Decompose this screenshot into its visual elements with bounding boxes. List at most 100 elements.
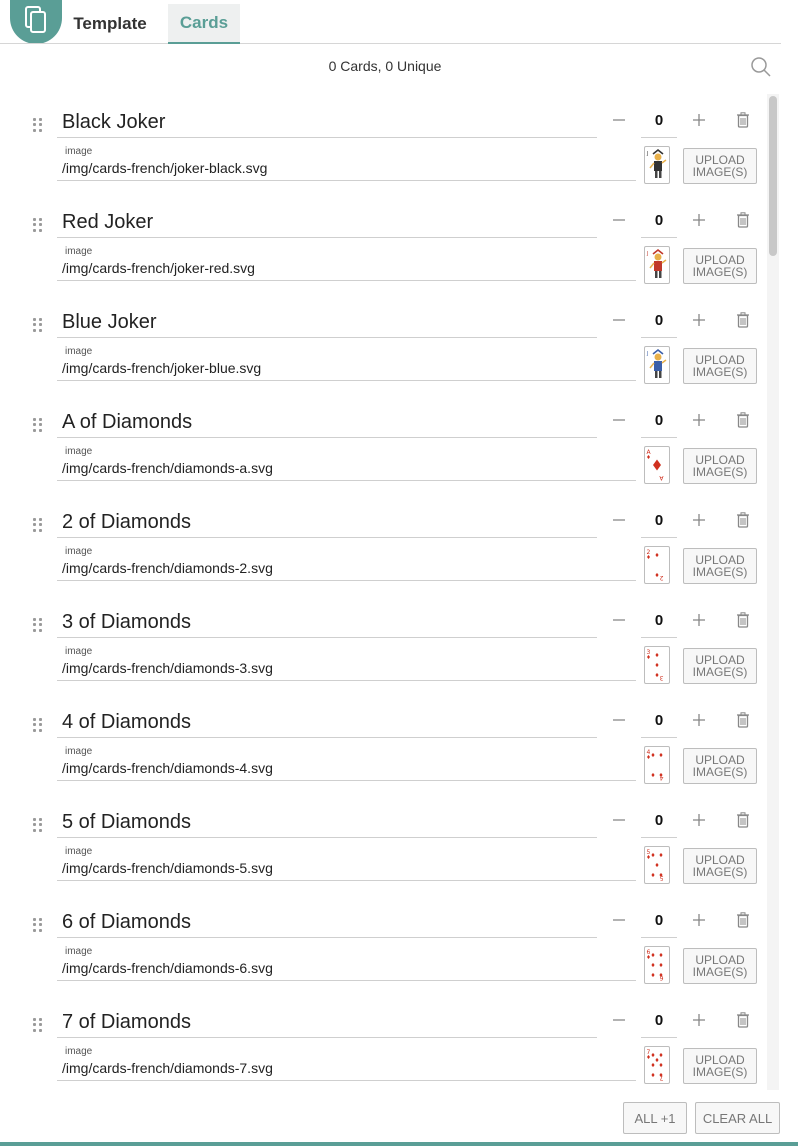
upload-image-button[interactable]: UPLOAD IMAGE(S) bbox=[683, 248, 757, 284]
image-path-field[interactable]: image /img/cards-french/diamonds-7.svg bbox=[57, 1044, 636, 1081]
increment-button[interactable] bbox=[687, 208, 711, 232]
increment-button[interactable] bbox=[687, 808, 711, 832]
image-path-field[interactable]: image /img/cards-french/joker-black.svg bbox=[57, 144, 636, 181]
drag-handle-icon[interactable] bbox=[33, 418, 43, 432]
upload-image-button[interactable]: UPLOAD IMAGE(S) bbox=[683, 148, 757, 184]
image-path-field[interactable]: image /img/cards-french/joker-blue.svg bbox=[57, 344, 636, 381]
card-count-field[interactable]: 0 bbox=[641, 308, 677, 338]
drag-handle-icon[interactable] bbox=[33, 1018, 43, 1032]
decrement-button[interactable] bbox=[607, 208, 631, 232]
clear-all-button[interactable]: CLEAR ALL bbox=[695, 1102, 780, 1134]
increment-button[interactable] bbox=[687, 608, 711, 632]
image-path-value[interactable]: /img/cards-french/joker-red.svg bbox=[62, 260, 255, 276]
drag-handle-icon[interactable] bbox=[33, 918, 43, 932]
delete-button[interactable] bbox=[731, 608, 755, 632]
card-count-field[interactable]: 0 bbox=[641, 708, 677, 738]
decrement-button[interactable] bbox=[607, 908, 631, 932]
delete-button[interactable] bbox=[731, 808, 755, 832]
image-path-field[interactable]: image /img/cards-french/diamonds-6.svg bbox=[57, 944, 636, 981]
delete-button[interactable] bbox=[731, 908, 755, 932]
decrement-button[interactable] bbox=[607, 308, 631, 332]
image-path-field[interactable]: image /img/cards-french/diamonds-2.svg bbox=[57, 544, 636, 581]
decrement-button[interactable] bbox=[607, 408, 631, 432]
increment-button[interactable] bbox=[687, 908, 711, 932]
increment-button[interactable] bbox=[687, 408, 711, 432]
image-path-value[interactable]: /img/cards-french/diamonds-7.svg bbox=[62, 1060, 273, 1076]
increment-button[interactable] bbox=[687, 308, 711, 332]
delete-button[interactable] bbox=[731, 308, 755, 332]
image-path-value[interactable]: /img/cards-french/joker-blue.svg bbox=[62, 360, 261, 376]
card-name-field[interactable]: Black Joker bbox=[57, 108, 597, 138]
upload-image-button[interactable]: UPLOAD IMAGE(S) bbox=[683, 848, 757, 884]
upload-image-button[interactable]: UPLOAD IMAGE(S) bbox=[683, 1048, 757, 1084]
card-name-field[interactable]: 2 of Diamonds bbox=[57, 508, 597, 538]
scrollbar-thumb[interactable] bbox=[769, 96, 777, 256]
image-path-field[interactable]: image /img/cards-french/diamonds-a.svg bbox=[57, 444, 636, 481]
all-plus-one-button[interactable]: ALL +1 bbox=[623, 1102, 687, 1134]
card-name-field[interactable]: Blue Joker bbox=[57, 308, 597, 338]
increment-button[interactable] bbox=[687, 1008, 711, 1032]
upload-image-button[interactable]: UPLOAD IMAGE(S) bbox=[683, 348, 757, 384]
image-path-value[interactable]: /img/cards-french/diamonds-4.svg bbox=[62, 760, 273, 776]
card-name-field[interactable]: 3 of Diamonds bbox=[57, 608, 597, 638]
image-path-value[interactable]: /img/cards-french/diamonds-a.svg bbox=[62, 460, 273, 476]
image-path-value[interactable]: /img/cards-french/diamonds-2.svg bbox=[62, 560, 273, 576]
tab-template[interactable]: Template bbox=[66, 4, 154, 44]
card-name-field[interactable]: 7 of Diamonds bbox=[57, 1008, 597, 1038]
drag-handle-icon[interactable] bbox=[33, 518, 43, 532]
image-path-field[interactable]: image /img/cards-french/joker-red.svg bbox=[57, 244, 636, 281]
image-path-value[interactable]: /img/cards-french/joker-black.svg bbox=[62, 160, 267, 176]
card-count-field[interactable]: 0 bbox=[641, 608, 677, 638]
image-path-field[interactable]: image /img/cards-french/diamonds-4.svg bbox=[57, 744, 636, 781]
image-path-value[interactable]: /img/cards-french/diamonds-5.svg bbox=[62, 860, 273, 876]
delete-button[interactable] bbox=[731, 508, 755, 532]
image-path-field[interactable]: image /img/cards-french/diamonds-3.svg bbox=[57, 644, 636, 681]
decrement-button[interactable] bbox=[607, 508, 631, 532]
upload-image-button[interactable]: UPLOAD IMAGE(S) bbox=[683, 648, 757, 684]
upload-image-button[interactable]: UPLOAD IMAGE(S) bbox=[683, 448, 757, 484]
drag-handle-icon[interactable] bbox=[33, 818, 43, 832]
card-name-field[interactable]: 5 of Diamonds bbox=[57, 808, 597, 838]
search-icon[interactable] bbox=[750, 56, 774, 80]
increment-button[interactable] bbox=[687, 108, 711, 132]
drag-handle-icon[interactable] bbox=[33, 618, 43, 632]
decrement-button[interactable] bbox=[607, 808, 631, 832]
card-name-field[interactable]: A of Diamonds bbox=[57, 408, 597, 438]
upload-image-button[interactable]: UPLOAD IMAGE(S) bbox=[683, 548, 757, 584]
increment-button[interactable] bbox=[687, 508, 711, 532]
delete-button[interactable] bbox=[731, 708, 755, 732]
card-count-field[interactable]: 0 bbox=[641, 808, 677, 838]
increment-button[interactable] bbox=[687, 708, 711, 732]
upload-image-button[interactable]: UPLOAD IMAGE(S) bbox=[683, 748, 757, 784]
card-name-field[interactable]: 4 of Diamonds bbox=[57, 708, 597, 738]
upload-image-button[interactable]: UPLOAD IMAGE(S) bbox=[683, 948, 757, 984]
image-field-label: image bbox=[65, 446, 93, 457]
scrollbar[interactable] bbox=[767, 94, 779, 1090]
drag-handle-icon[interactable] bbox=[33, 118, 43, 132]
card-count-field[interactable]: 0 bbox=[641, 108, 677, 138]
minus-icon bbox=[613, 1019, 625, 1021]
decrement-button[interactable] bbox=[607, 1008, 631, 1032]
card-count-field[interactable]: 0 bbox=[641, 908, 677, 938]
drag-handle-icon[interactable] bbox=[33, 218, 43, 232]
card-name-field[interactable]: 6 of Diamonds bbox=[57, 908, 597, 938]
card-count-field[interactable]: 0 bbox=[641, 208, 677, 238]
decrement-button[interactable] bbox=[607, 708, 631, 732]
delete-button[interactable] bbox=[731, 1008, 755, 1032]
decrement-button[interactable] bbox=[607, 608, 631, 632]
image-path-value[interactable]: /img/cards-french/diamonds-3.svg bbox=[62, 660, 273, 676]
image-path-value[interactable]: /img/cards-french/diamonds-6.svg bbox=[62, 960, 273, 976]
card-list: Black Joker 0 image /img/cards-french/jo… bbox=[0, 94, 770, 1090]
card-count-field[interactable]: 0 bbox=[641, 508, 677, 538]
tab-cards[interactable]: Cards bbox=[168, 4, 240, 44]
card-name-field[interactable]: Red Joker bbox=[57, 208, 597, 238]
card-count-field[interactable]: 0 bbox=[641, 408, 677, 438]
drag-handle-icon[interactable] bbox=[33, 718, 43, 732]
delete-button[interactable] bbox=[731, 408, 755, 432]
card-count-field[interactable]: 0 bbox=[641, 1008, 677, 1038]
drag-handle-icon[interactable] bbox=[33, 318, 43, 332]
decrement-button[interactable] bbox=[607, 108, 631, 132]
delete-button[interactable] bbox=[731, 208, 755, 232]
image-path-field[interactable]: image /img/cards-french/diamonds-5.svg bbox=[57, 844, 636, 881]
delete-button[interactable] bbox=[731, 108, 755, 132]
